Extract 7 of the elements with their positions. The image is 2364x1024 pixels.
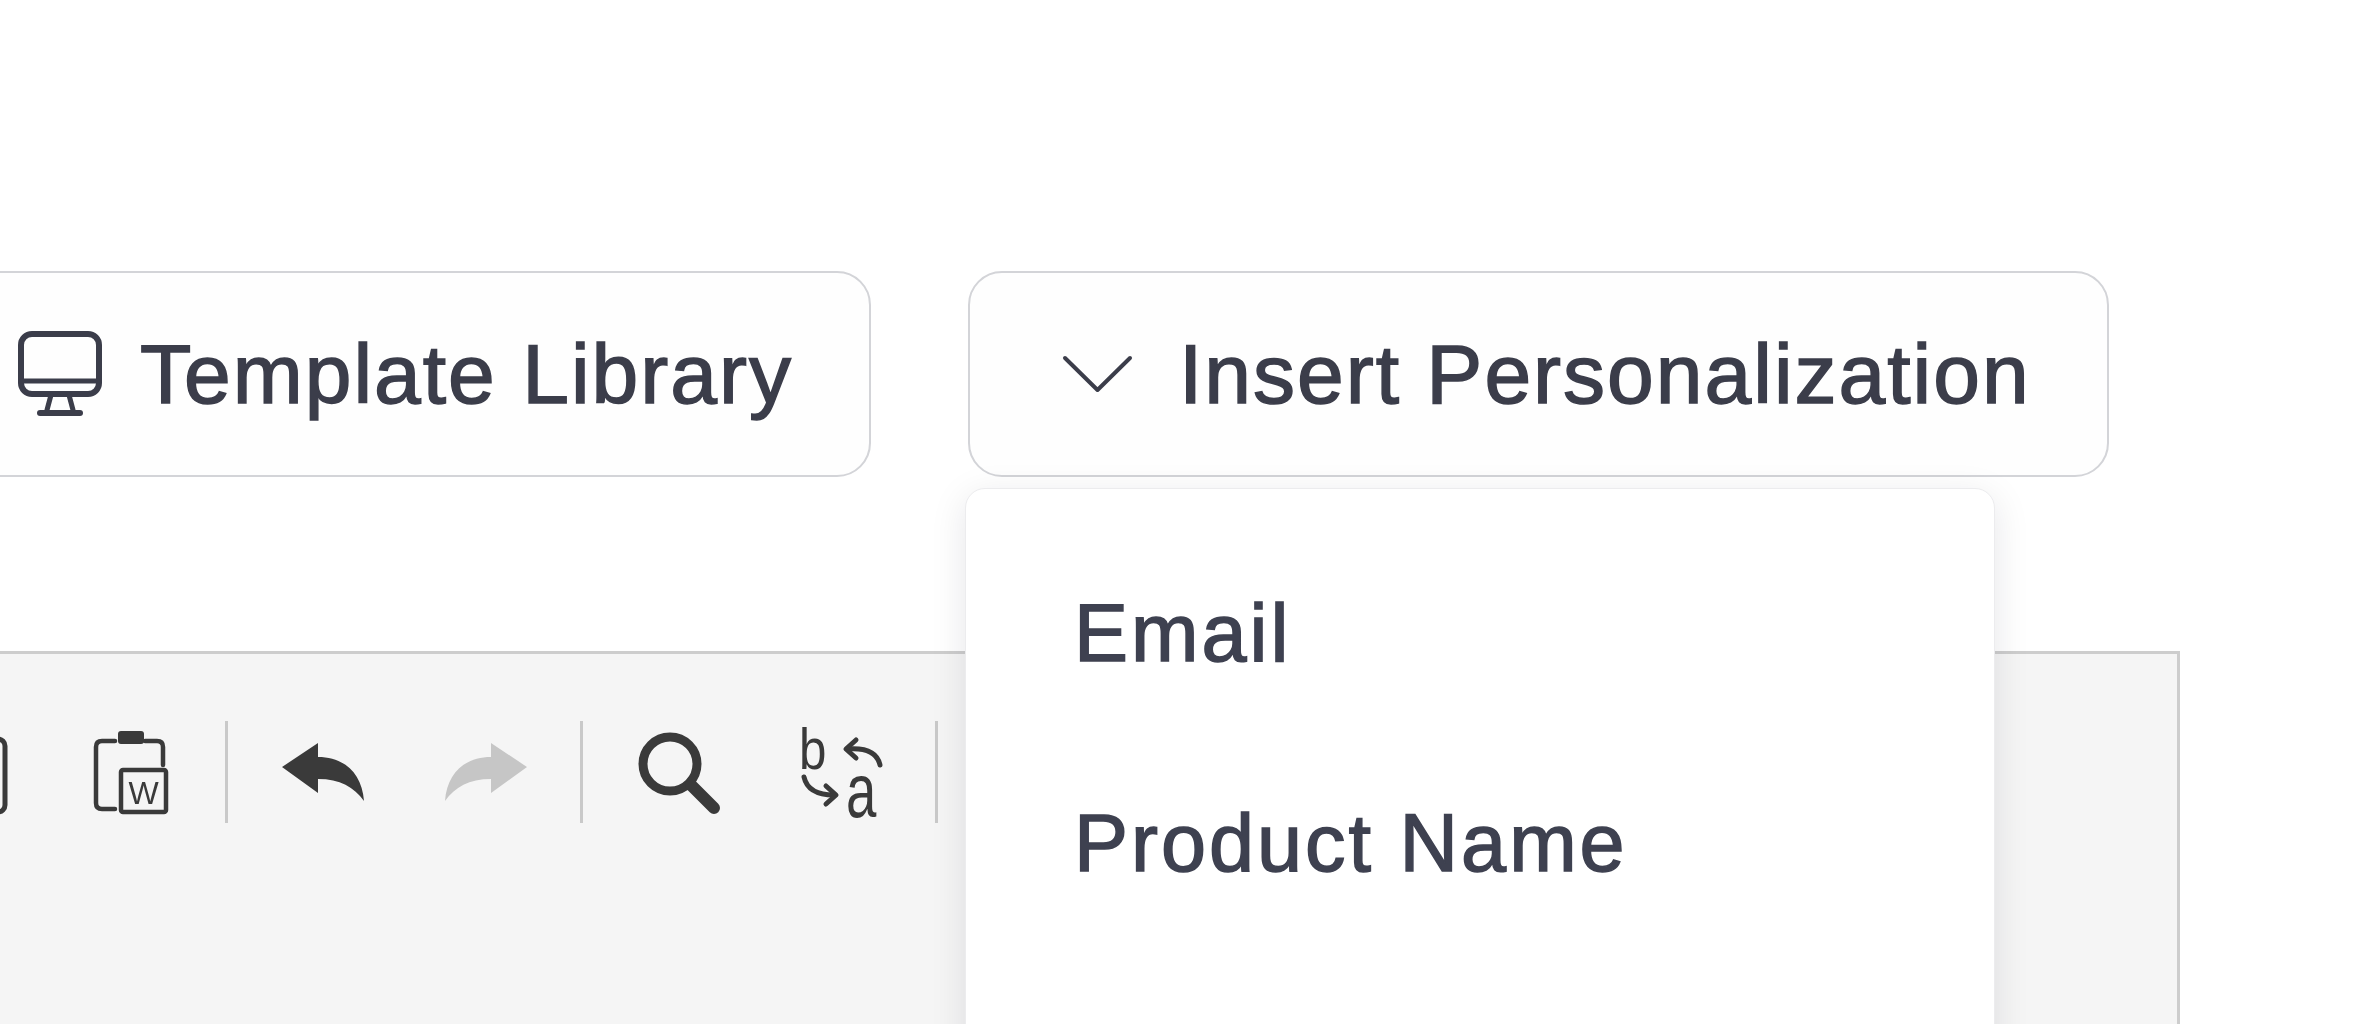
menu-item[interactable]: Product Name [965,739,1994,949]
menu-item[interactable]: Email [965,529,1994,739]
undo-icon[interactable] [281,743,364,801]
monitor-icon [18,331,102,417]
chevron-down-icon [1061,355,1133,393]
dropdown-button[interactable]: Insert Personalization [967,271,2109,477]
template-library-button[interactable]: Template Library [0,271,871,477]
